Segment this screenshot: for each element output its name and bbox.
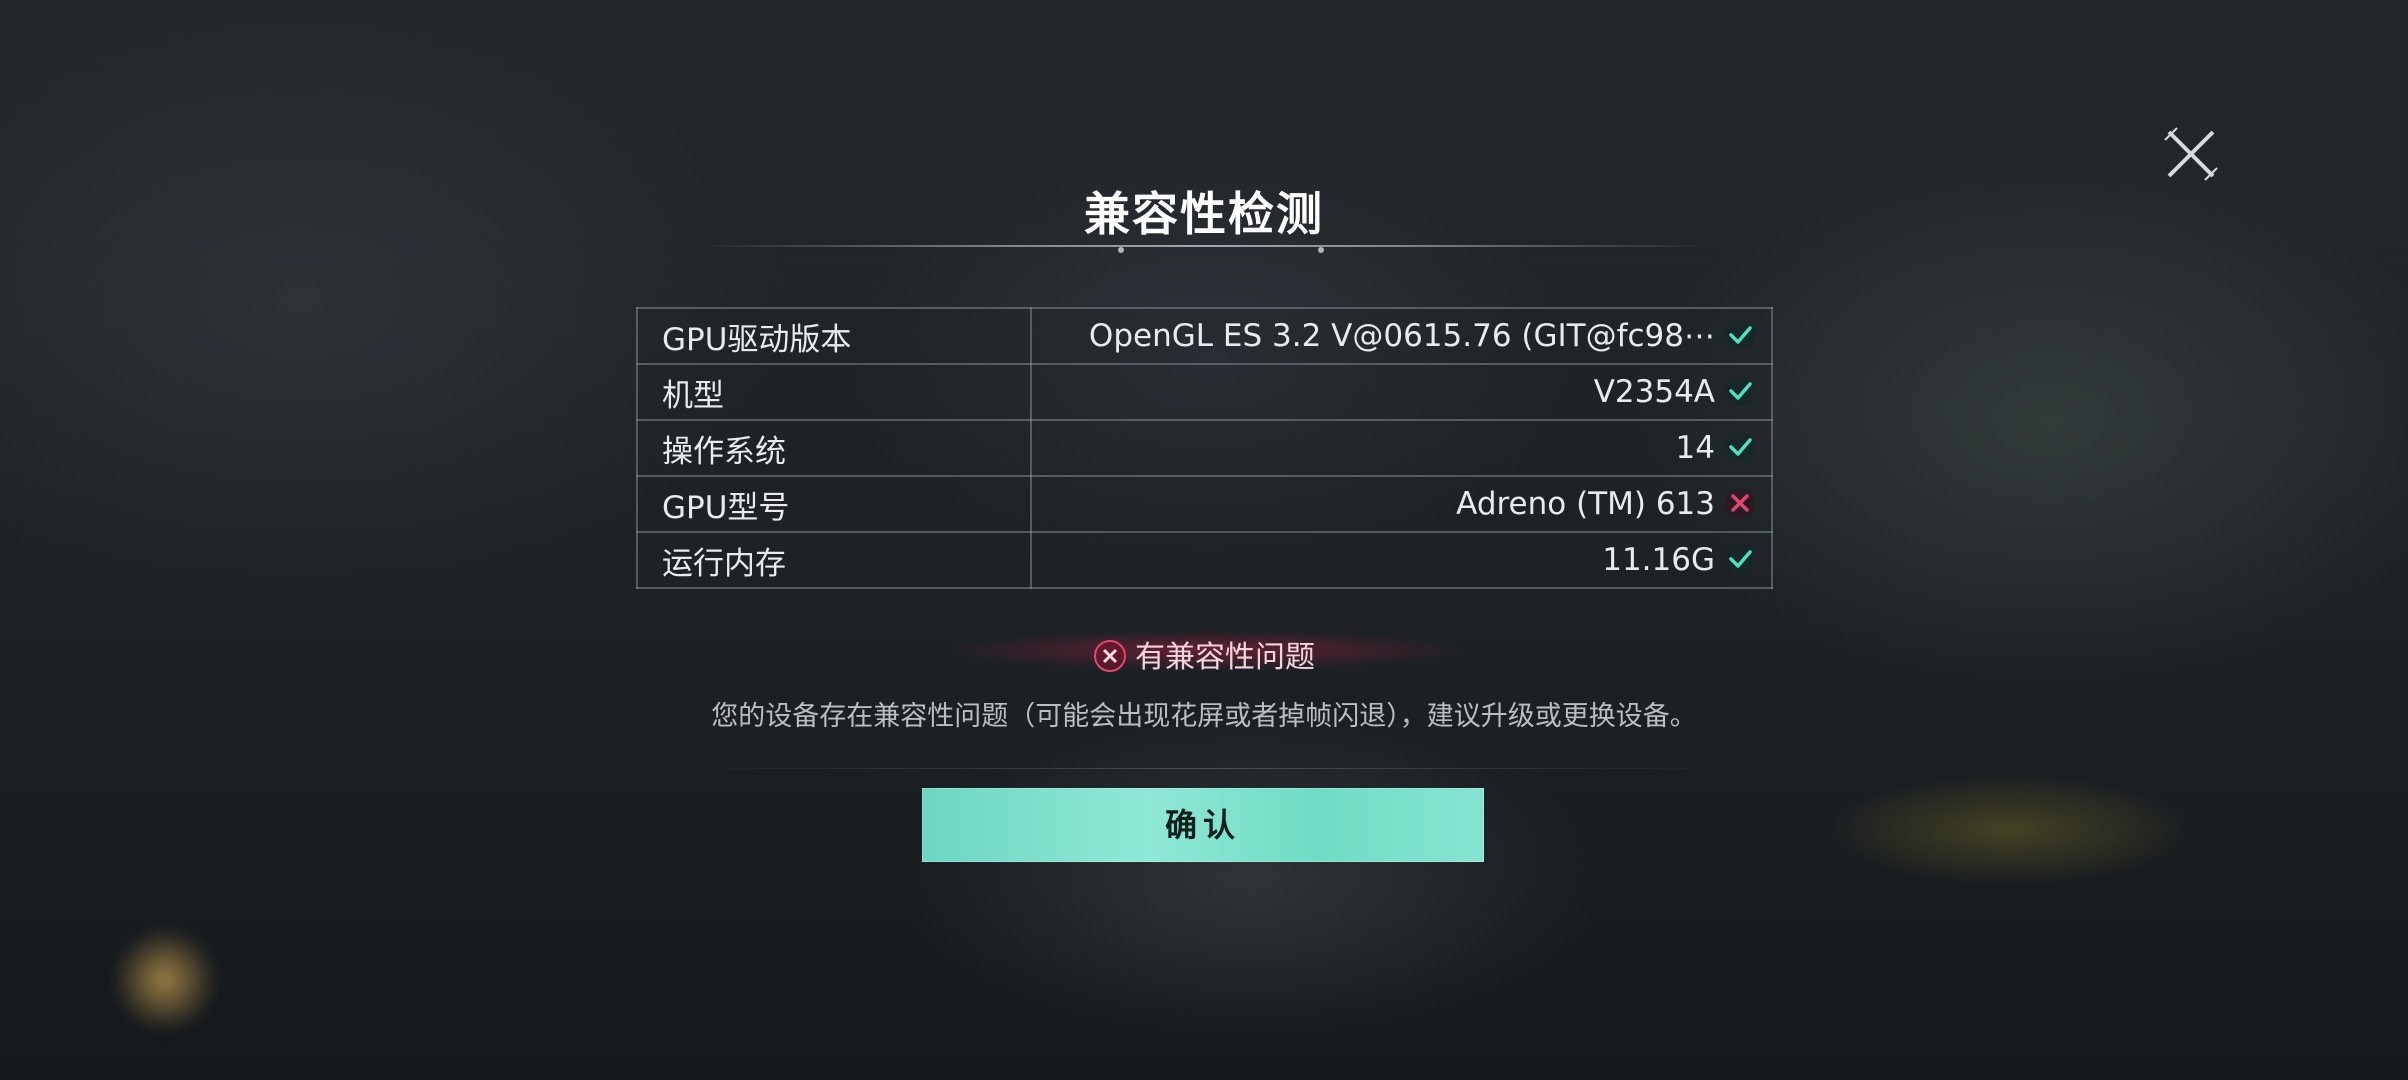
table-row: 机型 V2354A: [636, 363, 1773, 421]
row-value: Adreno (TM) 613: [1456, 485, 1715, 522]
row-label: 机型: [636, 363, 1032, 421]
row-value: V2354A: [1593, 373, 1715, 410]
warning-description: 您的设备存在兼容性问题（可能会出现花屏或者掉帧闪退），建议升级或更换设备。: [711, 701, 1697, 732]
warning-banner: 有兼容性问题: [0, 632, 2408, 676]
title-divider-dot: [1118, 247, 1124, 253]
row-value-cell: OpenGL ES 3.2 V@0615.76 (GIT@fc98⋯: [1030, 307, 1773, 365]
confirm-button[interactable]: 确认: [922, 788, 1484, 862]
dialog-divider: [660, 768, 1750, 769]
row-value-cell: 11.16G: [1030, 531, 1773, 589]
row-label: GPU型号: [636, 475, 1032, 533]
close-x-icon: [2164, 127, 2218, 181]
background-glow: [115, 925, 215, 1035]
check-icon: [1723, 374, 1757, 408]
warning-text: 有兼容性问题: [1135, 640, 1315, 675]
row-value: 14: [1675, 429, 1715, 466]
close-button[interactable]: [2163, 126, 2219, 182]
table-row: GPU驱动版本 OpenGL ES 3.2 V@0615.76 (GIT@fc98…: [636, 307, 1773, 365]
row-value-cell: Adreno (TM) 613: [1030, 475, 1773, 533]
row-label: GPU驱动版本: [636, 307, 1032, 365]
table-row: 操作系统 14: [636, 419, 1773, 477]
row-value: OpenGL ES 3.2 V@0615.76 (GIT@fc98⋯: [1088, 317, 1715, 354]
check-icon: [1723, 430, 1757, 464]
dialog-title: 兼容性检测: [1084, 187, 1324, 241]
row-value-cell: V2354A: [1030, 363, 1773, 421]
check-icon: [1723, 542, 1757, 576]
table-row: GPU型号 Adreno (TM) 613: [636, 475, 1773, 533]
row-value: 11.16G: [1602, 541, 1715, 578]
check-icon: [1723, 318, 1757, 352]
title-divider: [700, 245, 1710, 247]
table-row: 运行内存 11.16G: [636, 531, 1773, 589]
row-label: 运行内存: [636, 531, 1032, 589]
row-value-cell: 14: [1030, 419, 1773, 477]
cross-icon: [1723, 486, 1757, 520]
row-label: 操作系统: [636, 419, 1032, 477]
title-divider-dot: [1318, 247, 1324, 253]
compatibility-table: GPU驱动版本 OpenGL ES 3.2 V@0615.76 (GIT@fc98…: [636, 307, 1773, 589]
cross-circle-icon: [1093, 639, 1127, 673]
